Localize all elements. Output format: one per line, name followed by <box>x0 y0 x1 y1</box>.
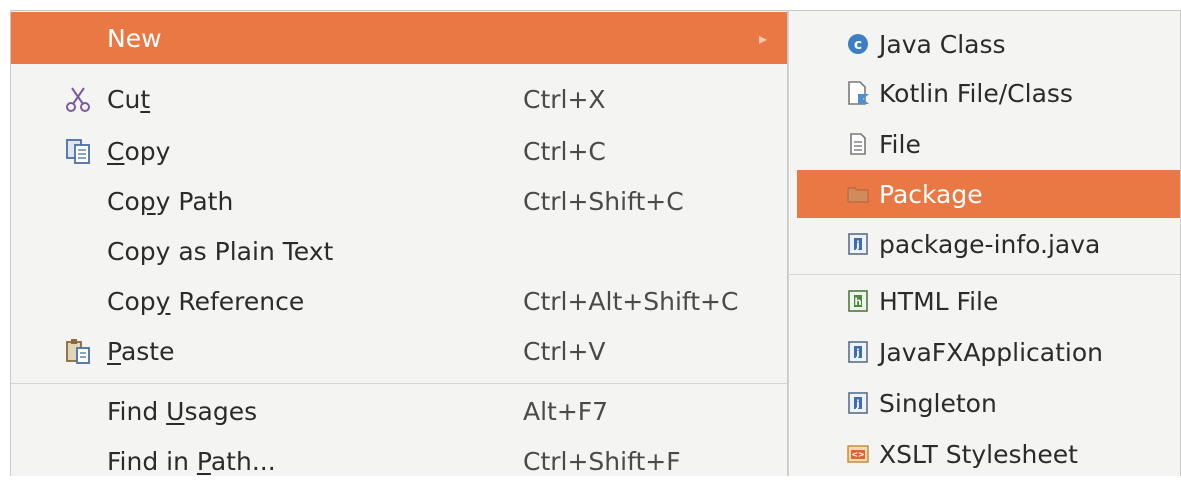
submenu-arrow-icon: ▸ <box>759 28 768 48</box>
submenu-item-html-file[interactable]: h HTML File <box>789 278 1180 324</box>
submenu-item-label: Package <box>879 179 983 209</box>
kotlin-file-icon <box>845 80 871 106</box>
shortcut-label: Ctrl+V <box>523 336 606 366</box>
menu-item-paste[interactable]: Paste Ctrl+V <box>11 325 787 377</box>
menu-item-label: Find in Path... <box>107 446 276 476</box>
submenu-item-singleton[interactable]: j Singleton <box>789 380 1180 426</box>
submenu-item-label: JavaFXApplication <box>879 337 1103 367</box>
menu-item-copy-path[interactable]: Copy Path Ctrl+Shift+C <box>11 175 787 227</box>
submenu-item-package-info-java[interactable]: j package-info.java <box>789 221 1180 267</box>
menu-item-label: Copy as Plain Text <box>107 236 334 266</box>
submenu-item-xslt-stylesheet[interactable]: <> XSLT Stylesheet <box>789 431 1180 477</box>
svg-text:j: j <box>855 348 859 359</box>
java-file-icon: j <box>845 339 871 365</box>
shortcut-label: Ctrl+Shift+C <box>523 186 684 216</box>
shortcut-label: Alt+F7 <box>523 396 609 426</box>
xslt-icon: <> <box>845 441 871 467</box>
submenu-item-file[interactable]: File <box>789 121 1180 167</box>
menu-item-copy-reference[interactable]: Copy Reference Ctrl+Alt+Shift+C <box>11 275 787 327</box>
context-menu: New ▸ Cut Ctrl+X Copy Ctrl+C Copy Path C… <box>10 10 788 476</box>
menu-item-copy-as-plain-text[interactable]: Copy as Plain Text <box>11 225 787 277</box>
submenu-item-kotlin-file-class[interactable]: Kotlin File/Class <box>789 70 1180 116</box>
java-file-icon: j <box>845 231 871 257</box>
svg-text:<>: <> <box>851 450 864 459</box>
svg-text:h: h <box>854 297 861 308</box>
svg-text:j: j <box>855 240 859 251</box>
java-class-icon: c <box>845 31 871 57</box>
menu-item-cut[interactable]: Cut Ctrl+X <box>11 73 787 125</box>
menu-item-find-usages[interactable]: Find Usages Alt+F7 <box>11 385 787 437</box>
submenu-item-javafxapplication[interactable]: j JavaFXApplication <box>789 329 1180 375</box>
menu-item-label: Find Usages <box>107 396 258 426</box>
submenu-item-package[interactable]: Package <box>797 170 1180 218</box>
html-file-icon: h <box>845 288 871 314</box>
menu-item-label: Copy Path <box>107 186 234 216</box>
submenu-item-label: XSLT Stylesheet <box>879 439 1078 469</box>
file-icon <box>845 131 871 157</box>
menu-separator <box>789 274 1180 275</box>
svg-text:c: c <box>854 37 862 53</box>
package-icon <box>845 181 871 207</box>
submenu-item-label: Kotlin File/Class <box>879 78 1073 108</box>
shortcut-label: Ctrl+X <box>523 84 606 114</box>
new-submenu: c Java Class Kotlin File/Class File Pack… <box>788 10 1181 476</box>
menu-item-label: New <box>107 23 162 53</box>
menu-item-label: Paste <box>107 336 175 366</box>
shortcut-label: Ctrl+C <box>523 136 606 166</box>
menu-item-copy[interactable]: Copy Ctrl+C <box>11 125 787 177</box>
shortcut-label: Ctrl+Alt+Shift+C <box>523 286 739 316</box>
submenu-item-label: HTML File <box>879 286 999 316</box>
submenu-item-java-class[interactable]: c Java Class <box>789 21 1180 67</box>
java-file-icon: j <box>845 390 871 416</box>
submenu-item-label: package-info.java <box>879 229 1101 259</box>
copy-icon <box>63 136 93 166</box>
svg-text:j: j <box>855 399 859 410</box>
menu-item-label: Cut <box>107 84 151 114</box>
menu-item-label: Copy Reference <box>107 286 305 316</box>
submenu-item-label: Singleton <box>879 388 997 418</box>
menu-item-label: Copy <box>107 136 171 166</box>
submenu-item-label: File <box>879 129 921 159</box>
menu-item-new[interactable]: New ▸ <box>11 12 787 64</box>
submenu-item-label: Java Class <box>879 29 1006 59</box>
menu-separator <box>11 383 787 384</box>
paste-icon <box>63 336 93 366</box>
menu-item-find-in-path[interactable]: Find in Path... Ctrl+Shift+F <box>11 435 787 487</box>
scissors-icon <box>63 84 93 114</box>
shortcut-label: Ctrl+Shift+F <box>523 446 681 476</box>
